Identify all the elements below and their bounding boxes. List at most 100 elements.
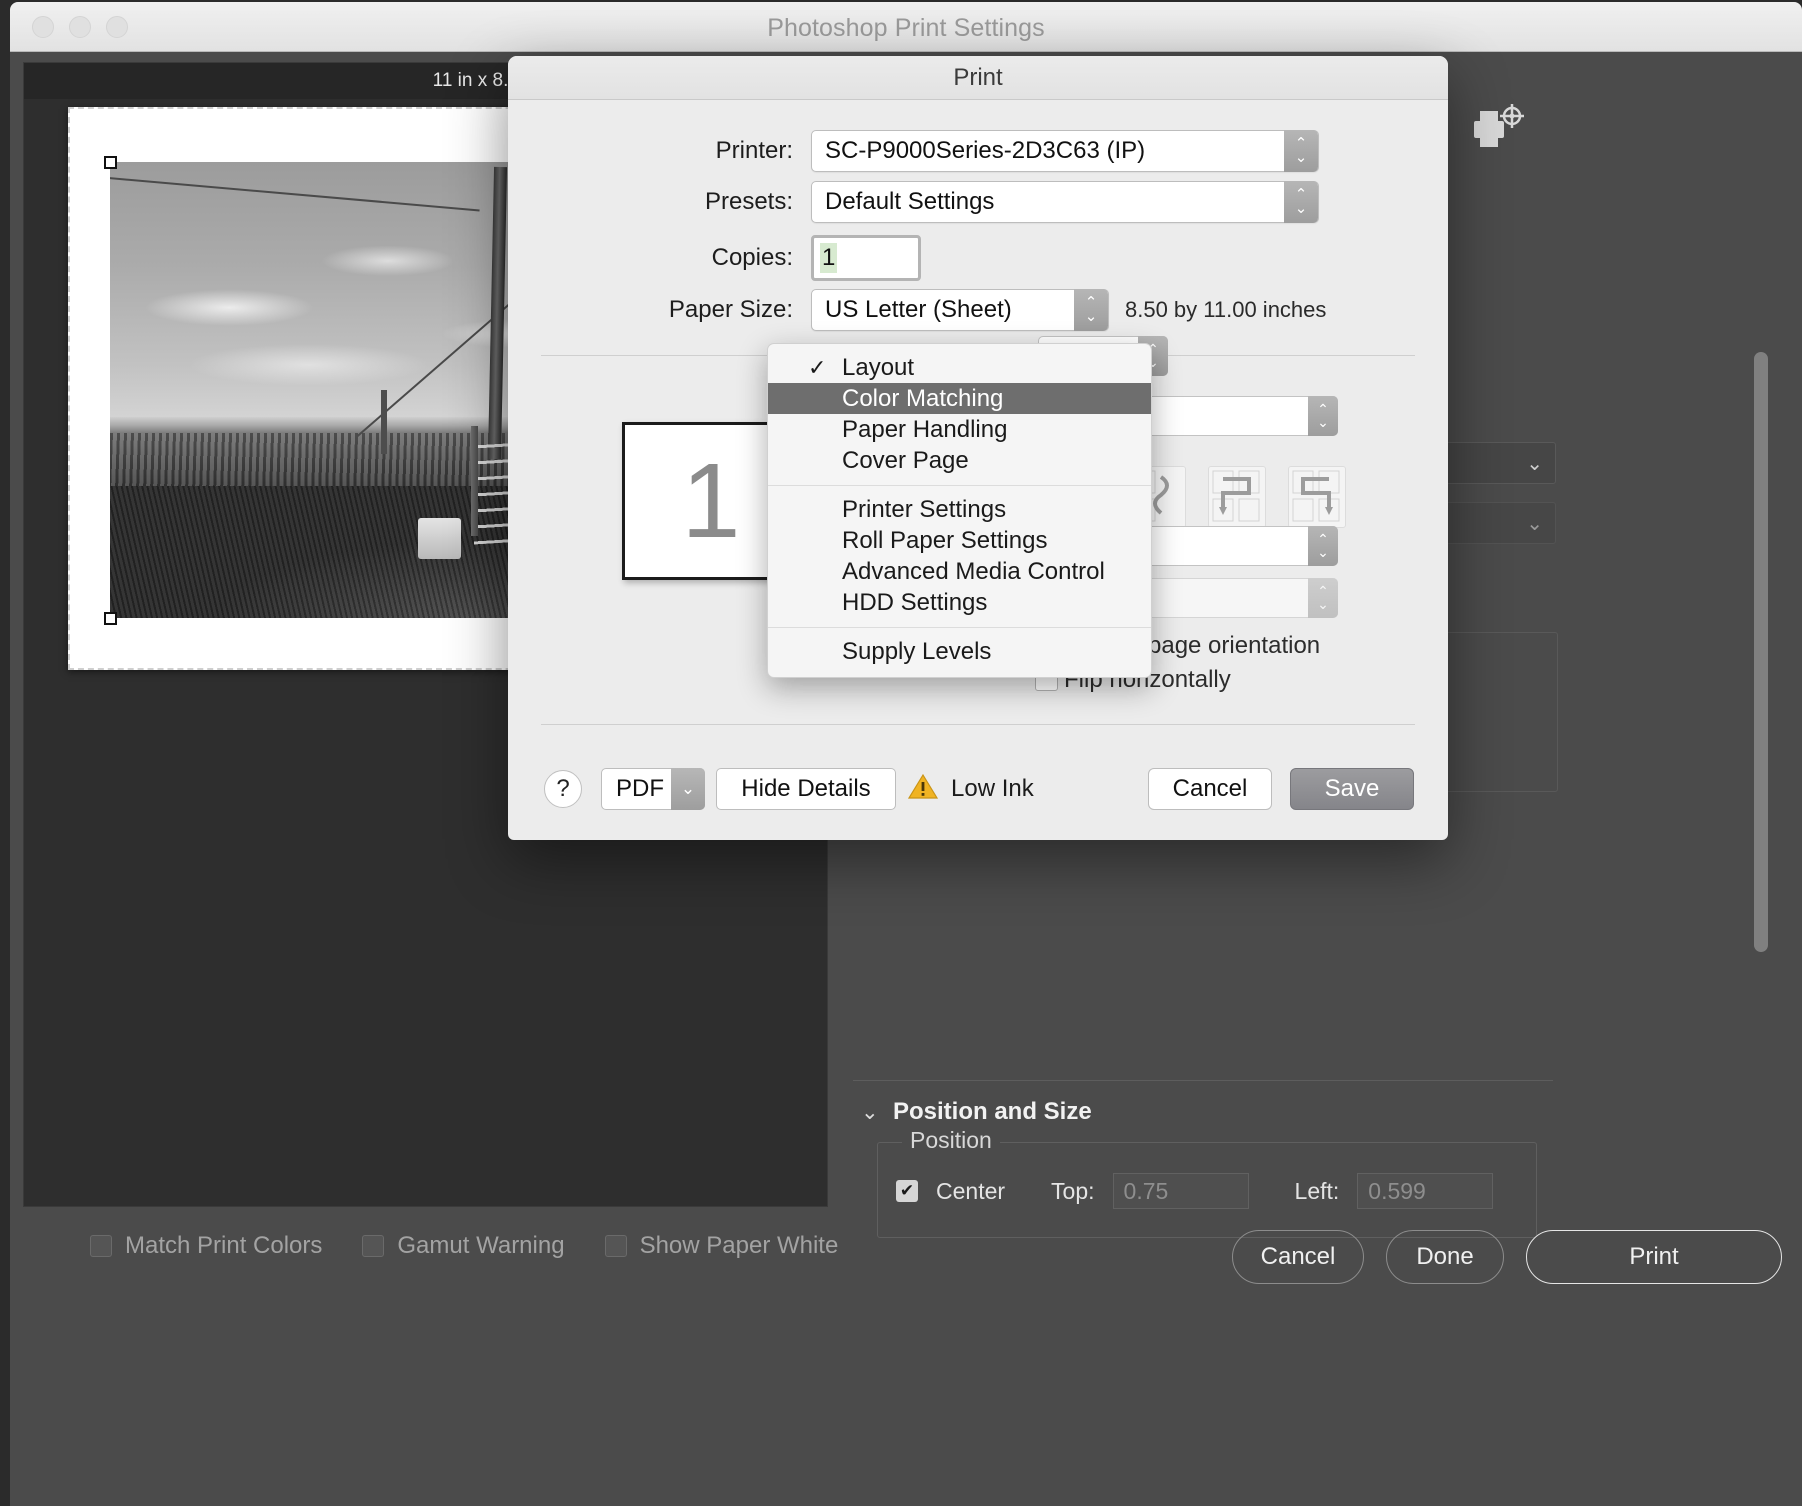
macos-print-sheet: Print Printer: SC-P9000Series-2D3C63 (IP… <box>508 56 1448 840</box>
stepper-icon[interactable]: ⌃ ⌄ <box>1284 181 1318 223</box>
chevron-down-icon[interactable]: ⌄ <box>861 1100 879 1125</box>
print-sheet-titlebar: Print <box>508 56 1448 100</box>
printer-with-registration-mark-icon <box>1472 104 1524 157</box>
checkbox-label: Match Print Colors <box>125 1232 323 1259</box>
low-ink-label: Low Ink <box>951 775 1034 802</box>
checkbox-box <box>362 1235 385 1257</box>
left-label: Left: <box>1294 1177 1340 1204</box>
paper-size-row: Paper Size: US Letter (Sheet) ⌃ ⌄ 8.50 by… <box>508 289 1448 331</box>
transform-handle-top-left[interactable] <box>104 156 117 169</box>
photo-small-post <box>381 390 388 454</box>
checkbox-match-print-colors[interactable]: Match Print Colors <box>90 1232 322 1260</box>
menu-item-supply-levels[interactable]: Supply Levels <box>768 636 1151 667</box>
checkbox-label: Show Paper White <box>639 1232 839 1259</box>
window-title: Photoshop Print Settings <box>767 14 1045 42</box>
panel-scrollbar[interactable] <box>1754 352 1768 952</box>
print-sheet-footer: ? PDF ⌄ Hide Details Low Ink Cancel Save <box>508 756 1448 840</box>
menu-item-hdd-settings[interactable]: HDD Settings <box>768 587 1151 618</box>
copies-row: Copies: 1 <box>508 235 1448 281</box>
pane-dropdown-menu: ✓ Layout Color Matching Paper Handling C… <box>767 343 1152 678</box>
hide-details-button[interactable]: Hide Details <box>716 768 896 810</box>
checkbox-box <box>604 1235 627 1257</box>
pdf-menu-button[interactable]: PDF ⌄ <box>601 768 705 810</box>
menu-item-label: Advanced Media Control <box>842 558 1105 585</box>
checkmark-icon: ✓ <box>808 355 827 380</box>
transform-handle-bottom-left[interactable] <box>104 612 117 625</box>
checkbox-label: Gamut Warning <box>397 1232 565 1259</box>
proof-options-row: Match Print Colors Gamut Warning Show Pa… <box>90 1232 838 1260</box>
stepper-icon[interactable]: ⌃ ⌄ <box>1308 526 1338 566</box>
stepper-icon[interactable]: ⌃ ⌄ <box>1308 578 1338 618</box>
presets-row: Presets: Default Settings ⌃ ⌄ <box>508 181 1448 223</box>
checkbox-show-paper-white[interactable]: Show Paper White <box>604 1232 839 1260</box>
low-ink-status: Low Ink <box>907 768 1034 810</box>
printer-label: Printer: <box>715 137 793 164</box>
menu-separator <box>768 627 1151 628</box>
menu-item-label: Supply Levels <box>842 638 992 665</box>
copies-input[interactable]: 1 <box>811 235 921 281</box>
menu-item-printer-settings[interactable]: Printer Settings <box>768 494 1151 525</box>
paper-size-value: US Letter (Sheet) <box>825 296 1012 323</box>
stepper-icon[interactable]: ⌃ ⌄ <box>1308 396 1338 436</box>
menu-item-roll-paper-settings[interactable]: Roll Paper Settings <box>768 525 1151 556</box>
left-input[interactable]: 0.599 <box>1357 1173 1494 1209</box>
paper-size-label: Paper Size: <box>668 296 793 323</box>
top-label: Top: <box>1051 1177 1095 1204</box>
printer-value: SC-P9000Series-2D3C63 (IP) <box>825 137 1146 164</box>
presets-select[interactable]: Default Settings ⌃ ⌄ <box>811 181 1319 223</box>
menu-item-layout[interactable]: ✓ Layout <box>768 352 1151 383</box>
menu-item-label: HDD Settings <box>842 589 988 616</box>
print-button[interactable]: Print <box>1526 1230 1782 1284</box>
copies-label: Copies: <box>711 244 793 271</box>
menu-item-cover-page[interactable]: Cover Page <box>768 445 1151 476</box>
photo-gate-hinge-post <box>470 426 479 536</box>
menu-item-label: Paper Handling <box>842 416 1008 443</box>
position-group-legend: Position <box>902 1127 1000 1154</box>
sheet-save-button[interactable]: Save <box>1290 768 1414 810</box>
chevron-down-icon: ⌄ <box>1526 453 1543 475</box>
help-button[interactable]: ? <box>544 770 582 808</box>
checkbox-box <box>90 1235 112 1257</box>
dialog-button-row: Cancel Done Print <box>1232 1230 1782 1284</box>
printer-select[interactable]: SC-P9000Series-2D3C63 (IP) ⌃ ⌄ <box>811 130 1319 172</box>
menu-item-label: Layout <box>842 354 915 381</box>
warning-triangle-icon <box>907 773 939 805</box>
menu-item-label: Roll Paper Settings <box>842 527 1048 554</box>
sheet-cancel-button[interactable]: Cancel <box>1148 768 1272 810</box>
print-sheet-title: Print <box>953 64 1003 91</box>
top-input[interactable]: 0.75 <box>1112 1173 1249 1209</box>
center-label: Center <box>936 1177 1006 1204</box>
paper-size-select[interactable]: US Letter (Sheet) ⌃ ⌄ <box>811 289 1109 331</box>
presets-label: Presets: <box>704 188 793 215</box>
section-title: Position and Size <box>893 1098 1092 1125</box>
menu-item-label: Color Matching <box>842 385 1004 412</box>
position-fields-row: ✔ Center Top: 0.75 Left: 0.599 <box>896 1173 1494 1209</box>
sheet-divider-bottom <box>541 724 1415 725</box>
checkbox-gamut-warning[interactable]: Gamut Warning <box>362 1232 565 1260</box>
menu-item-advanced-media-control[interactable]: Advanced Media Control <box>768 556 1151 587</box>
layout-direction-tile-2[interactable] <box>1208 466 1266 528</box>
panel-select-printer-profile[interactable]: ⌄ <box>1436 502 1556 544</box>
panel-group-box <box>1436 632 1558 792</box>
copies-value: 1 <box>820 243 838 273</box>
printer-row: Printer: SC-P9000Series-2D3C63 (IP) ⌃ ⌄ <box>508 130 1448 172</box>
panel-select-color-handling[interactable]: ⌄ <box>1436 442 1556 484</box>
menu-item-label: Printer Settings <box>842 496 1007 523</box>
pdf-label: PDF <box>616 775 664 802</box>
chevron-down-icon[interactable]: ⌄ <box>671 768 705 810</box>
reverse-page-orientation-label: page orientation <box>1148 632 1321 659</box>
done-button[interactable]: Done <box>1386 1230 1504 1284</box>
presets-value: Default Settings <box>825 188 995 215</box>
layout-direction-tile-3[interactable] <box>1288 466 1346 528</box>
menu-item-color-matching[interactable]: Color Matching <box>768 383 1151 414</box>
chevron-down-icon: ⌄ <box>1526 513 1543 535</box>
cancel-button[interactable]: Cancel <box>1232 1230 1364 1284</box>
menu-item-paper-handling[interactable]: Paper Handling <box>768 414 1151 445</box>
checkbox-center[interactable]: ✔ <box>896 1180 918 1202</box>
section-divider <box>853 1080 1553 1081</box>
stepper-icon[interactable]: ⌃ ⌄ <box>1284 130 1318 172</box>
photo-plastic-container <box>417 517 461 559</box>
position-group: Position ✔ Center Top: 0.75 Left: 0.599 <box>877 1127 1537 1238</box>
menu-item-label: Cover Page <box>842 447 969 474</box>
stepper-icon[interactable]: ⌃ ⌄ <box>1074 289 1108 331</box>
